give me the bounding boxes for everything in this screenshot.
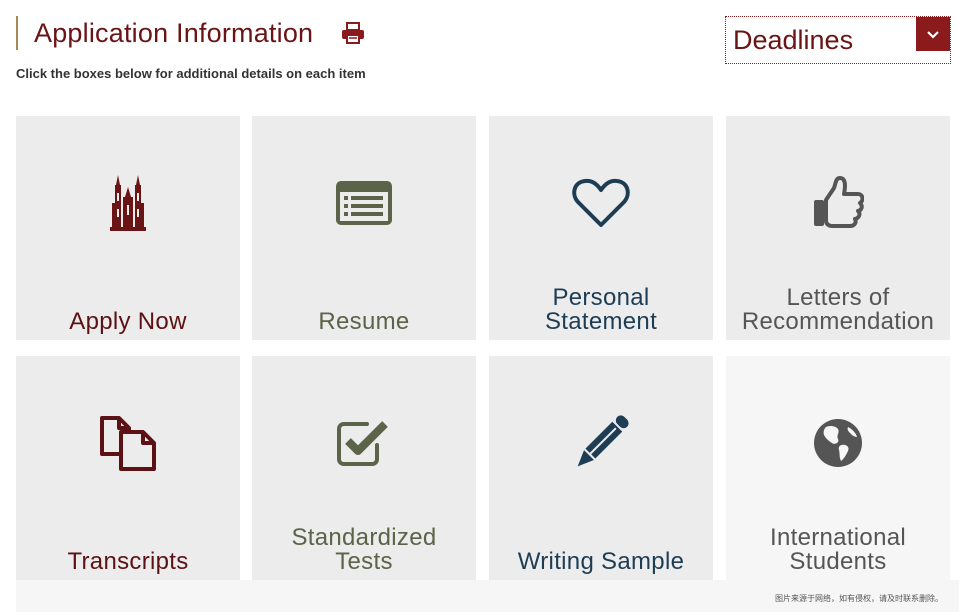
tile-apply-now[interactable]: Apply Now [16,116,240,340]
tile-standardized-tests[interactable]: Standardized Tests [252,356,476,580]
heart-icon [489,172,713,234]
resume-icon [252,172,476,234]
print-icon[interactable] [341,22,365,44]
deadlines-label: Deadlines [733,25,854,55]
pencil-icon [489,412,713,474]
tile-label: Transcripts [67,548,189,575]
tile-label: Apply Now [69,308,187,335]
tile-label: Letters of Recommendation [741,284,935,335]
tile-letters-of-recommendation[interactable]: Letters of Recommendation [726,116,950,340]
deadlines-dropdown[interactable]: Deadlines [725,16,951,64]
cathedral-icon [16,172,240,234]
page-title: Application Information [34,17,314,48]
tile-international-students[interactable]: International Students [726,356,950,580]
tile-label: Writing Sample [517,548,685,575]
tile-personal-statement[interactable]: Personal Statement [489,116,713,340]
page-header: Application Information [16,16,365,50]
tile-writing-sample[interactable]: Writing Sample [489,356,713,580]
instructions-text: Click the boxes below for additional det… [16,66,366,81]
tile-resume[interactable]: Resume [252,116,476,340]
title-accent-bar [16,16,18,50]
check-square-icon [252,412,476,474]
globe-icon [726,412,950,474]
tile-label: International Students [770,524,906,575]
tile-label: Standardized Tests [291,524,437,575]
tile-transcripts[interactable]: Transcripts [16,356,240,580]
footer-note: 图片来源于网络，如有侵权，请及时联系删除。 [775,594,943,603]
tile-label: Resume [318,308,410,335]
footer-bar: 图片来源于网络，如有侵权，请及时联系删除。 [16,580,959,612]
thumbs-up-icon [726,172,950,234]
chevron-down-icon[interactable] [916,17,950,51]
tile-label: Personal Statement [544,284,658,335]
copy-icon [16,412,240,474]
